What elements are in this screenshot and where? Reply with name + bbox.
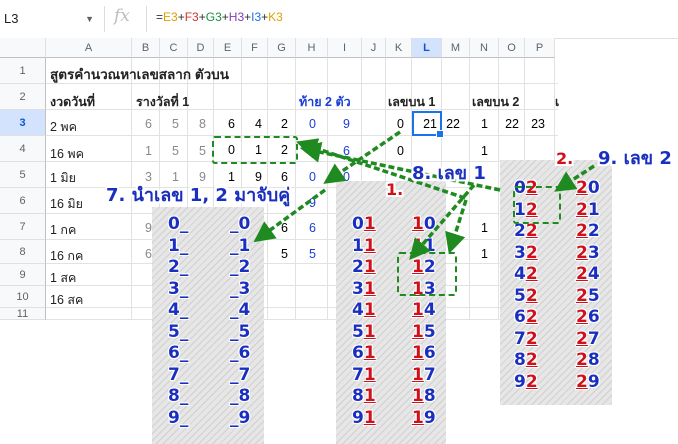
annotation-label-2: 2. xyxy=(556,149,574,168)
arrow-9 xyxy=(554,164,595,192)
annotation-label-1: 1. xyxy=(386,180,404,199)
arrow-to-mid-box xyxy=(409,183,476,260)
annotation-step-9: 9. เลข 2 xyxy=(598,148,672,169)
annotation-step-7: 7. นำเลข 1, 2 มาจับคู่ xyxy=(106,185,291,206)
arrows-overlay xyxy=(253,130,595,260)
annotation-step-8: 8. เลข 1 xyxy=(412,163,486,184)
arrow-row3-to-mid xyxy=(323,130,401,184)
